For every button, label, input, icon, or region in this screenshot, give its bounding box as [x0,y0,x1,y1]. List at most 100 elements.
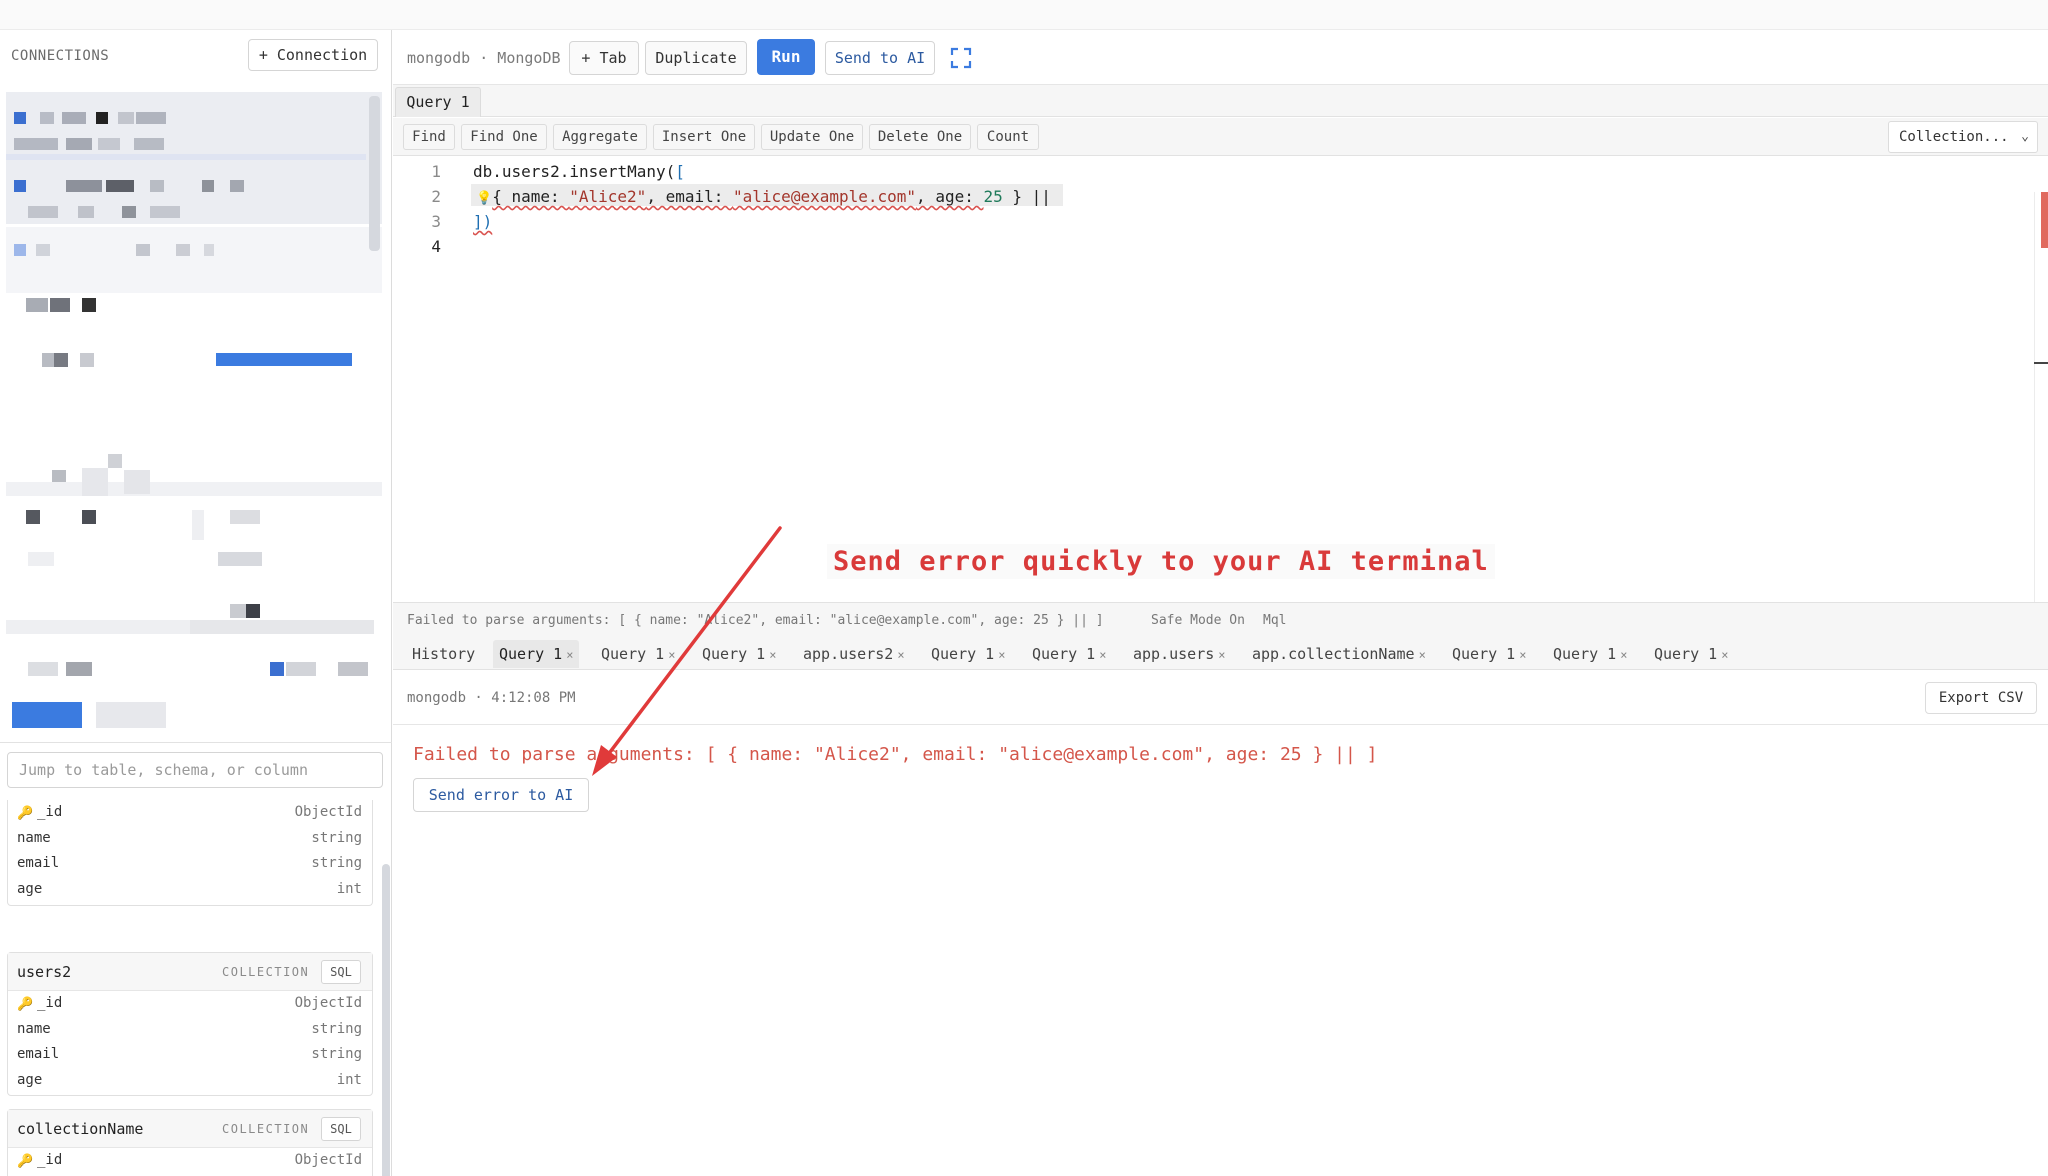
close-icon[interactable]: × [897,648,904,662]
result-meta: mongodb · 4:12:08 PM [407,690,576,706]
tab-history[interactable]: History [412,640,475,668]
op-count-button[interactable]: Count [977,124,1039,150]
field-row: email string [8,851,372,877]
key-icon: 🔑 [17,997,34,1012]
collection-card-collectionname: collectionName COLLECTION SQL 🔑 _id Objec… [7,1109,373,1176]
collection-name: collectionName [17,1120,144,1138]
close-icon[interactable]: × [566,648,573,662]
op-find-button[interactable]: Find [403,124,455,150]
key-icon: 🔑 [17,806,34,821]
field-row: 🔑 _id ObjectId [8,800,372,826]
line-number: 3 [431,212,441,231]
sidebar: CONNECTIONS + Connection Jump to table, … [0,30,392,1176]
field-name: 🔑 _id [17,1152,63,1169]
result-tab[interactable]: Query 1 × [702,640,776,668]
language-indicator: Mql [1263,613,1287,628]
close-icon[interactable]: × [769,648,776,662]
collection-kind-label: COLLECTION [222,1122,310,1136]
sql-button[interactable]: SQL [321,960,361,984]
op-update-one-button[interactable]: Update One [761,124,863,150]
result-tab[interactable]: Query 1 × [1032,640,1106,668]
run-button[interactable]: Run [757,39,815,75]
chevron-down-icon: ⌄ [2021,129,2029,144]
collection-select[interactable]: Collection... ⌄ [1888,121,2038,153]
fullscreen-icon[interactable] [950,47,972,69]
line-number: 2 [431,187,441,206]
close-icon[interactable]: × [1099,648,1106,662]
schema-scrollbar[interactable] [382,864,390,1176]
result-tab[interactable]: Query 1 × [1553,640,1627,668]
code-line-3: ]) [473,212,493,231]
field-name: email [17,855,60,871]
op-delete-one-button[interactable]: Delete One [869,124,971,150]
query-toolbar: mongodb · MongoDB + Tab Duplicate Run Se… [393,30,2048,85]
sidebar-header: CONNECTIONS + Connection [0,30,392,82]
field-name: name [17,1020,51,1037]
field-row: 🔑 _id ObjectId [8,1148,372,1174]
sql-button[interactable]: SQL [321,1117,361,1141]
field-type: string [311,829,362,846]
error-message: Failed to parse arguments: [ { name: "Al… [413,744,1378,765]
connection-list-redacted [6,92,382,776]
result-tab[interactable]: app.users2 × [803,640,905,668]
field-type: string [311,855,362,871]
send-to-ai-button[interactable]: Send to AI [825,41,935,75]
connection-list-scrollbar[interactable] [369,96,380,251]
code-editor[interactable]: 1 2 3 4 db.users2.insertMany([ 💡{ name: … [393,156,2048,602]
connection-label: mongodb · MongoDB [407,49,561,67]
duplicate-button[interactable]: Duplicate [645,41,747,75]
op-insert-one-button[interactable]: Insert One [653,124,755,150]
safe-mode-indicator: Safe Mode On [1151,613,1245,628]
editor-scroll-track [2034,192,2035,602]
field-row: name string [8,1017,372,1043]
collection-header[interactable]: users2 COLLECTION SQL [8,953,372,991]
close-icon[interactable]: × [1721,648,1728,662]
line-number: 4 [431,237,441,256]
result-tab[interactable]: Query 1 × [493,640,580,668]
main-panel: mongodb · MongoDB + Tab Duplicate Run Se… [393,30,2048,1176]
collection-name: users2 [17,963,72,981]
op-find-one-button[interactable]: Find One [461,124,547,150]
field-name: 🔑 _id [17,804,63,821]
tab-query-1[interactable]: Query 1 [395,87,481,117]
editor-error-marker [2041,192,2048,248]
result-tab[interactable]: Query 1 × [601,640,675,668]
add-connection-button[interactable]: + Connection [248,39,378,71]
result-tab[interactable]: Query 1 × [931,640,1005,668]
collection-card-top: 🔑 _id ObjectId name string email string a… [7,800,373,906]
close-icon[interactable]: × [1519,648,1526,662]
schema-browser: 🔑 _id ObjectId name string email string a… [0,800,392,1176]
close-icon[interactable]: × [998,648,1005,662]
result-tab[interactable]: app.collectionName × [1252,640,1426,668]
close-icon[interactable]: × [1620,648,1627,662]
field-row: age int [8,877,372,903]
field-row: name string [8,826,372,852]
send-error-to-ai-button[interactable]: Send error to AI [413,778,589,812]
code-line-1: db.users2.insertMany([ [473,162,685,181]
result-tab[interactable]: Query 1 × [1654,640,1728,668]
export-csv-button[interactable]: Export CSV [1925,682,2037,714]
status-message: Failed to parse arguments: [ { name: "Al… [407,613,1104,628]
sidebar-divider [0,742,392,743]
field-type: int [336,1071,362,1088]
result-tab[interactable]: app.users × [1133,640,1226,668]
lightbulb-icon[interactable]: 💡 [476,191,492,206]
collection-select-value: Collection... [1899,129,2009,145]
field-name: email [17,1046,60,1062]
line-number: 1 [431,162,441,181]
close-icon[interactable]: × [1218,648,1225,662]
collection-card-users2: users2 COLLECTION SQL 🔑 _id ObjectId name… [7,952,373,1096]
new-tab-button[interactable]: + Tab [569,41,639,75]
status-bar: Failed to parse arguments: [ { name: "Al… [393,602,2048,636]
result-tab[interactable]: Query 1 × [1452,640,1526,668]
field-type: ObjectId [294,804,362,820]
editor-cursor-marker [2034,362,2048,364]
jump-search-input[interactable]: Jump to table, schema, or column [7,752,383,788]
close-icon[interactable]: × [668,648,675,662]
collection-header[interactable]: collectionName COLLECTION SQL [8,1110,372,1148]
field-type: int [336,880,362,897]
close-icon[interactable]: × [1419,648,1426,662]
key-icon: 🔑 [17,1154,34,1169]
field-name: 🔑 _id [17,995,63,1012]
op-aggregate-button[interactable]: Aggregate [553,124,647,150]
